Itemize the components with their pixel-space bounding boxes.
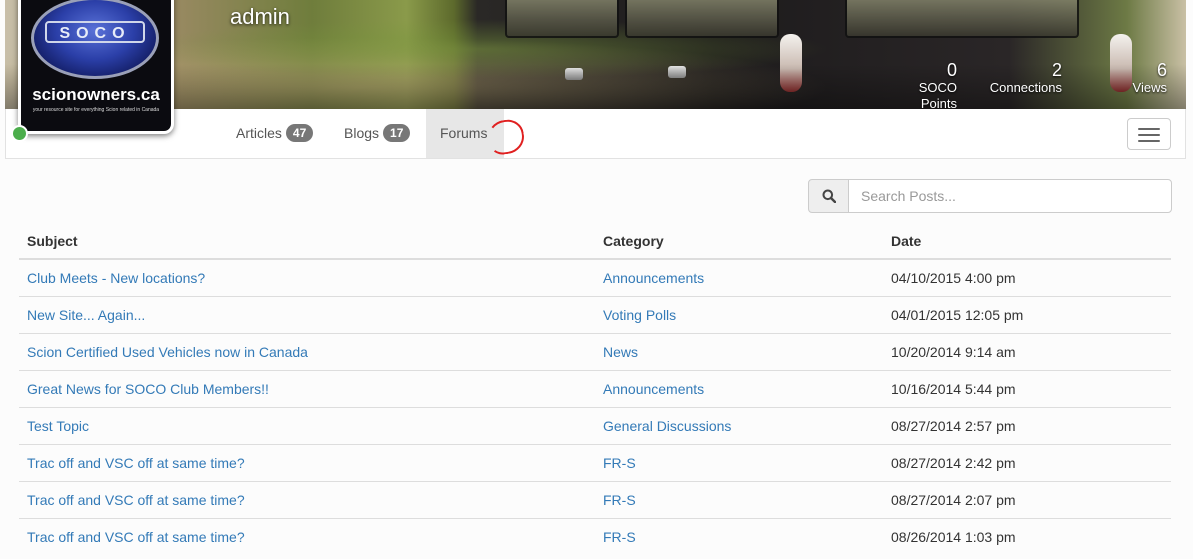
- hamburger-icon-bar: [1138, 140, 1160, 142]
- avatar[interactable]: SOCO scionowners.ca your resource site f…: [18, 0, 174, 134]
- post-subject-link[interactable]: Trac off and VSC off at same time?: [27, 492, 245, 508]
- post-date: 04/01/2015 12:05 pm: [883, 295, 1171, 333]
- table-row: Trac off and VSC off at same time? FR-S …: [19, 480, 1171, 518]
- stat-value: 6: [1156, 60, 1167, 80]
- menu-toggle-button[interactable]: [1127, 118, 1171, 150]
- tab-label: Articles: [236, 125, 282, 141]
- stat-label: SOCO Points: [918, 80, 957, 111]
- table-row: Trac off and VSC off at same time? FR-S …: [19, 443, 1171, 481]
- tab-label: Blogs: [344, 125, 380, 141]
- table-row: Trac off and VSC off at same time? FR-S …: [19, 517, 1171, 555]
- logo-mark: SOCO: [45, 21, 145, 43]
- count-badge: 17: [383, 124, 411, 142]
- table-header-row: Subject Category Date: [19, 223, 1171, 260]
- post-category-link[interactable]: FR-S: [603, 455, 636, 471]
- stat-connections: 2 Connections: [985, 60, 1062, 96]
- post-category-link[interactable]: Announcements: [603, 381, 704, 397]
- search-input[interactable]: [848, 179, 1172, 213]
- post-subject-link[interactable]: Scion Certified Used Vehicles now in Can…: [27, 344, 308, 360]
- header-date[interactable]: Date: [883, 223, 1171, 260]
- table-row: New Site... Again... Voting Polls 04/01/…: [19, 295, 1171, 333]
- stat-value: 0: [946, 60, 957, 80]
- post-date: 08/27/2014 2:57 pm: [883, 406, 1171, 444]
- car-window: [845, 0, 1079, 38]
- post-subject-link[interactable]: Club Meets - New locations?: [27, 270, 205, 286]
- stat-value: 2: [1051, 60, 1062, 80]
- post-subject-link[interactable]: Trac off and VSC off at same time?: [27, 529, 245, 545]
- posts-table: Subject Category Date Club Meets - New l…: [19, 223, 1171, 555]
- profile-navbar: Articles 47 Blogs 17 Forums: [5, 109, 1186, 159]
- tab-articles[interactable]: Articles 47: [222, 109, 327, 158]
- post-category-link[interactable]: Voting Polls: [603, 307, 676, 323]
- post-date: 04/10/2015 4:00 pm: [883, 258, 1171, 296]
- car-window: [625, 0, 779, 38]
- online-status-icon: [11, 125, 28, 142]
- header-subject[interactable]: Subject: [19, 223, 595, 260]
- tab-label: Forums: [440, 125, 488, 141]
- table-row: Scion Certified Used Vehicles now in Can…: [19, 332, 1171, 370]
- post-date: 08/27/2014 2:42 pm: [883, 443, 1171, 481]
- post-category-link[interactable]: Announcements: [603, 270, 704, 286]
- stat-label: Views: [1132, 80, 1167, 95]
- table-row: Club Meets - New locations? Announcement…: [19, 258, 1171, 296]
- stat-views: 6 Views: [1110, 60, 1167, 96]
- hamburger-icon-bar: [1138, 128, 1160, 130]
- tab-blogs[interactable]: Blogs 17: [330, 109, 424, 158]
- post-subject-link[interactable]: Test Topic: [27, 418, 89, 434]
- post-subject-link[interactable]: Trac off and VSC off at same time?: [27, 455, 245, 471]
- logo-site-name: scionowners.ca: [32, 85, 160, 104]
- logo-tagline: your resource site for everything Scion …: [32, 107, 160, 113]
- count-badge: 47: [285, 124, 314, 142]
- stat-soco-points: 0 SOCO Points: [880, 60, 957, 112]
- hamburger-icon-bar: [1138, 134, 1160, 136]
- post-date: 10/16/2014 5:44 pm: [883, 369, 1171, 407]
- post-subject-link[interactable]: Great News for SOCO Club Members!!: [27, 381, 269, 397]
- table-row: Test Topic General Discussions 08/27/201…: [19, 406, 1171, 444]
- search-button[interactable]: [808, 179, 849, 213]
- post-category-link[interactable]: News: [603, 344, 638, 360]
- header-category[interactable]: Category: [595, 223, 883, 260]
- stat-label: Connections: [989, 80, 1062, 95]
- post-date: 08/26/2014 1:03 pm: [883, 517, 1171, 555]
- post-date: 08/27/2014 2:07 pm: [883, 480, 1171, 518]
- post-date: 10/20/2014 9:14 am: [883, 332, 1171, 370]
- profile-username: admin: [230, 4, 290, 29]
- table-row: Great News for SOCO Club Members!! Annou…: [19, 369, 1171, 407]
- post-category-link[interactable]: FR-S: [603, 529, 636, 545]
- post-category-link[interactable]: FR-S: [603, 492, 636, 508]
- post-category-link[interactable]: General Discussions: [603, 418, 731, 434]
- search-icon: [822, 189, 836, 203]
- car-window: [505, 0, 619, 38]
- post-subject-link[interactable]: New Site... Again...: [27, 307, 145, 323]
